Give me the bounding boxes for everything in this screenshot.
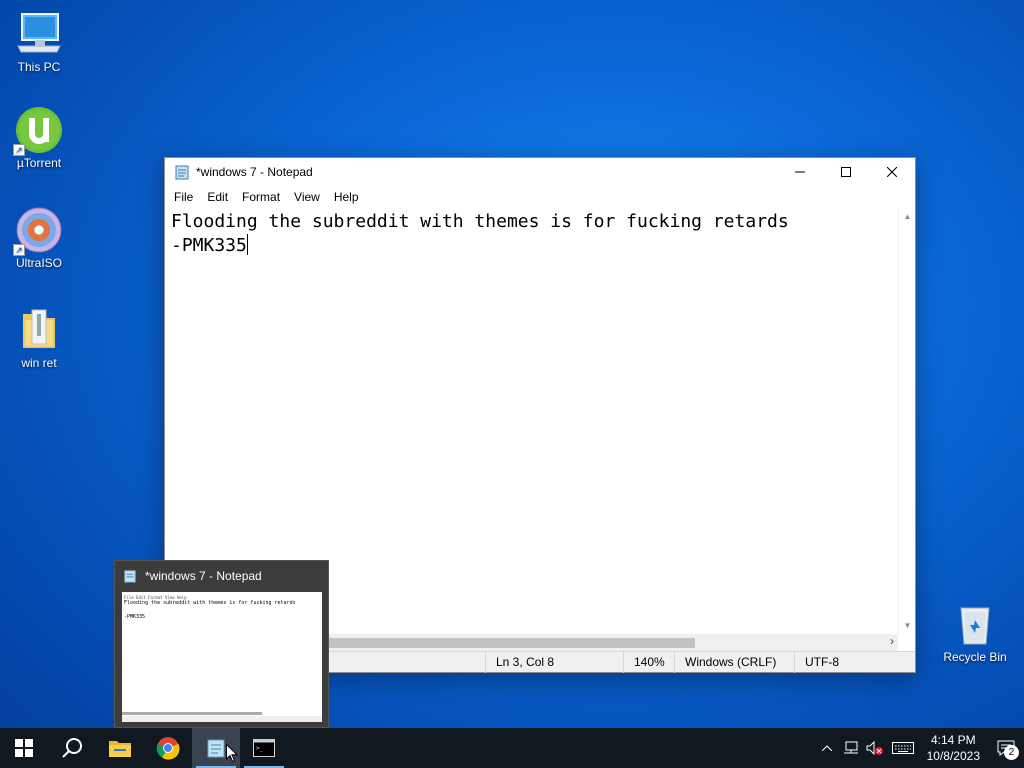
scroll-up-icon[interactable]: ▲	[899, 208, 916, 225]
title-bar[interactable]: *windows 7 - Notepad	[165, 158, 915, 186]
text-line: Flooding the subreddit with themes is fo…	[171, 211, 789, 232]
menu-help[interactable]: Help	[327, 190, 366, 204]
menu-format[interactable]: Format	[235, 190, 287, 204]
desktop-icon-label: UltraISO	[15, 256, 62, 270]
desktop-icon-label: win ret	[21, 356, 57, 370]
folder-icon	[109, 741, 131, 757]
show-hidden-icons-button[interactable]	[815, 728, 839, 768]
search-button[interactable]	[48, 728, 96, 768]
desktop-icon-utorrent[interactable]: ↗ µTorrent	[1, 106, 77, 170]
taskbar-command-prompt[interactable]: >_	[240, 728, 288, 768]
disc-icon: ↗	[13, 206, 63, 256]
text-line-with-caret: -PMK335	[171, 234, 892, 258]
text-line: -PMK335	[171, 235, 247, 256]
volume-muted-icon	[866, 741, 883, 755]
svg-text:>_: >_	[256, 745, 264, 752]
desktop-icon-this-pc[interactable]: This PC	[1, 10, 77, 74]
clock-date: 10/8/2023	[926, 749, 980, 763]
keyboard-icon	[891, 742, 914, 754]
desktop-icon-recycle-bin[interactable]: Recycle Bin	[937, 600, 1013, 664]
action-center-button[interactable]: 2	[988, 728, 1024, 768]
menu-file[interactable]: File	[167, 190, 200, 204]
scroll-right-icon[interactable]: ›	[890, 634, 894, 648]
windows-logo-icon	[15, 739, 33, 757]
utorrent-icon: ↗	[13, 106, 63, 156]
shortcut-arrow-icon: ↗	[13, 144, 25, 156]
zip-folder-icon	[15, 306, 63, 354]
touch-keyboard-button[interactable]	[887, 728, 919, 768]
vertical-scrollbar[interactable]: ▲ ▼	[898, 208, 915, 634]
network-button[interactable]	[839, 728, 863, 768]
volume-button[interactable]	[863, 728, 887, 768]
terminal-icon: >_	[253, 739, 275, 757]
maximize-icon	[841, 167, 851, 177]
taskbar: >_ 4:14 PM 10/8/2023 2	[0, 728, 1024, 768]
desktop-icon-win-ret[interactable]: win ret	[1, 306, 77, 370]
thumbnail-title: *windows 7 - Notepad	[145, 569, 262, 583]
shortcut-arrow-icon: ↗	[13, 244, 25, 256]
taskbar-file-explorer[interactable]	[96, 728, 144, 768]
thumbnail-header: *windows 7 - Notepad	[115, 561, 328, 591]
minimize-button[interactable]	[777, 158, 823, 186]
line-ending: Windows (CRLF)	[674, 652, 794, 673]
notepad-icon	[207, 739, 225, 758]
notepad-icon	[175, 165, 189, 180]
clock[interactable]: 4:14 PM 10/8/2023	[919, 732, 988, 764]
cursor-position: Ln 3, Col 8	[485, 652, 617, 673]
thumbnail-menu-text: File Edit Format View Help	[124, 595, 187, 600]
window-title: *windows 7 - Notepad	[196, 165, 313, 179]
scroll-down-icon[interactable]: ▼	[899, 617, 916, 634]
minimize-icon	[795, 171, 805, 173]
network-icon	[843, 741, 858, 754]
menu-edit[interactable]: Edit	[200, 190, 235, 204]
notification-badge: 2	[1004, 745, 1019, 760]
desktop-icon-label: This PC	[17, 60, 61, 74]
chrome-icon	[156, 737, 180, 760]
taskbar-thumbnail-preview[interactable]: *windows 7 - Notepad File Edit Format Vi…	[114, 560, 329, 728]
start-button[interactable]	[0, 728, 48, 768]
notepad-icon	[124, 570, 136, 583]
chevron-up-icon	[821, 745, 832, 751]
computer-icon	[15, 10, 63, 58]
mouse-cursor-icon	[226, 744, 238, 763]
thumbnail-window-image[interactable]: File Edit Format View Help Flooding the …	[122, 592, 322, 722]
thumbnail-text-line: -PMK335	[124, 614, 146, 620]
maximize-button[interactable]	[823, 158, 869, 186]
thumbnail-scrollbar	[122, 712, 262, 715]
close-icon	[887, 167, 897, 177]
search-icon	[62, 738, 82, 758]
desktop-icon-label: Recycle Bin	[943, 650, 1007, 664]
encoding: UTF-8	[794, 652, 904, 673]
desktop-icon-label: µTorrent	[16, 156, 62, 170]
text-caret	[246, 234, 248, 255]
thumbnail-status-bar	[122, 716, 322, 722]
taskbar-chrome[interactable]	[144, 728, 192, 768]
thumbnail-text-line	[124, 607, 320, 614]
menu-view[interactable]: View	[287, 190, 327, 204]
system-tray: 4:14 PM 10/8/2023 2	[815, 728, 1024, 768]
close-button[interactable]	[869, 158, 915, 186]
clock-time: 4:14 PM	[930, 733, 976, 747]
desktop-icon-ultraiso[interactable]: ↗ UltraISO	[1, 206, 77, 270]
thumbnail-text-line: Flooding the subreddit with themes is fo…	[124, 600, 296, 606]
zoom-level: 140%	[623, 652, 675, 673]
menu-bar: File Edit Format View Help	[165, 186, 915, 208]
recycle-bin-icon	[951, 600, 999, 648]
